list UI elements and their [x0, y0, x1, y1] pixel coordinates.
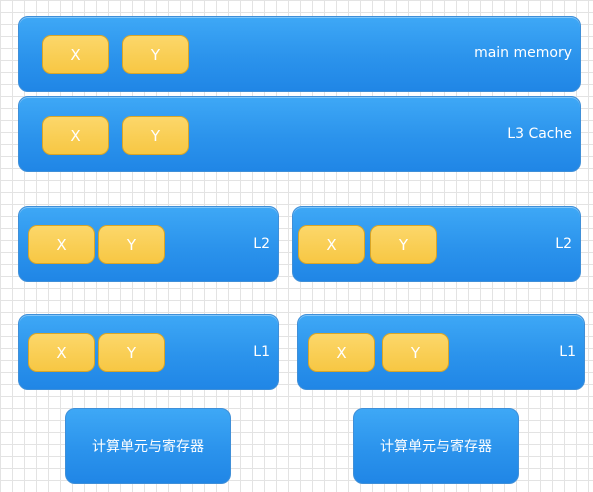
compute-unit-right: 计算单元与寄存器 — [353, 408, 519, 484]
compute-unit-left: 计算单元与寄存器 — [65, 408, 231, 484]
l1-right-x-value: X — [308, 333, 375, 372]
main-memory-label: main memory — [474, 45, 572, 61]
l1-right-block: X Y L1 — [297, 314, 585, 390]
l3-cache-x-value: X — [42, 116, 109, 155]
main-memory-block: X Y main memory — [18, 16, 581, 92]
l1-right-y-value: Y — [382, 333, 449, 372]
l1-left-y-value: Y — [98, 333, 165, 372]
l3-cache-block: X Y L3 Cache — [18, 96, 581, 172]
l2-left-x-value: X — [28, 225, 95, 264]
l1-left-block: X Y L1 — [18, 314, 279, 390]
l2-left-block: X Y L2 — [18, 206, 279, 282]
l1-right-label: L1 — [559, 344, 576, 360]
l2-right-label: L2 — [555, 236, 572, 252]
l1-left-label: L1 — [253, 344, 270, 360]
main-memory-y-value: Y — [122, 35, 189, 74]
l2-right-y-value: Y — [370, 225, 437, 264]
l2-right-x-value: X — [298, 225, 365, 264]
l2-left-y-value: Y — [98, 225, 165, 264]
l1-left-x-value: X — [28, 333, 95, 372]
l2-left-label: L2 — [253, 236, 270, 252]
l3-cache-y-value: Y — [122, 116, 189, 155]
l3-cache-label: L3 Cache — [507, 126, 572, 142]
main-memory-x-value: X — [42, 35, 109, 74]
l2-right-block: X Y L2 — [292, 206, 581, 282]
